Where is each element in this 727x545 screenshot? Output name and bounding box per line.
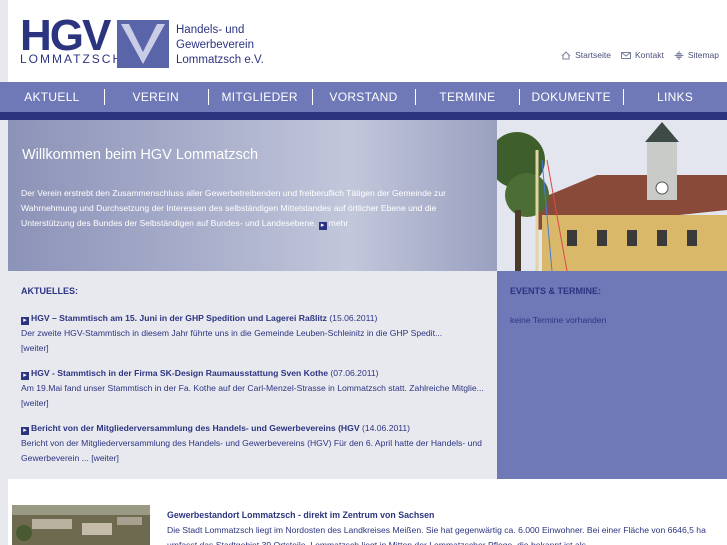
org-name-line: Gewerbeverein [176, 39, 254, 51]
nav-item-termine[interactable]: TERMINE [415, 82, 519, 112]
welcome-text: Der Verein erstrebt den Zusammenschluss … [21, 186, 491, 231]
arrow-icon: ▸ [318, 222, 327, 230]
nav-item-dokumente[interactable]: DOKUMENTE [519, 82, 623, 112]
news-section: AKTUELLES: ▸ HGV – Stammtisch am 15. Juni… [8, 271, 497, 479]
nav-item-vorstand[interactable]: VORSTAND [311, 82, 416, 112]
util-link-startseite[interactable]: Startseite [561, 50, 611, 60]
nav-item-aktuell[interactable]: AKTUELL [0, 82, 104, 112]
welcome-title: Willkommen beim HGV Lommatzsch [22, 147, 259, 163]
town-hall-photo [497, 120, 727, 271]
nav-item-verein[interactable]: VEREIN [103, 82, 208, 112]
news-excerpt: Der zweite HGV-Stammtisch in diesem Jahr… [21, 328, 443, 338]
home-icon [561, 50, 571, 59]
news-more-link[interactable]: [weiter] [21, 341, 491, 356]
news-heading: AKTUELLES: [21, 286, 78, 296]
events-empty-text: keine Termine vorhanden [510, 315, 607, 325]
news-more-link[interactable]: [weiter] [91, 453, 119, 463]
utility-nav: Startseite Kontakt Sitemap [561, 50, 719, 60]
site-header: HGV LOMMATZSCH Handels- und Gewerbeverei… [0, 0, 727, 82]
util-link-label[interactable]: Sitemap [688, 50, 719, 60]
news-excerpt: Am 19.Mai fand unser Stammtisch in der F… [21, 383, 484, 393]
news-item: ▸ Bericht von der Mitgliederversammlung d… [21, 421, 491, 466]
location-title[interactable]: Gewerbestandort Lommatzsch - direkt im Z… [167, 510, 434, 520]
logo-subtitle: LOMMATZSCH [20, 52, 124, 66]
news-date: (14.06.2011) [361, 423, 411, 433]
nav-item-mitglieder[interactable]: MITGLIEDER [207, 82, 312, 112]
more-link-label[interactable]: mehr [329, 218, 349, 228]
news-title-link[interactable]: HGV – Stammtisch am 15. Juni in der GHP … [31, 313, 327, 323]
more-link[interactable]: ▸ mehr [318, 218, 349, 230]
news-item: ▸ HGV – Stammtisch am 15. Juni in der GHP… [21, 311, 491, 356]
mail-icon [620, 51, 631, 59]
arrow-icon: ▸ [21, 317, 29, 325]
welcome-body: Der Verein erstrebt den Zusammenschluss … [21, 188, 446, 228]
news-title-link[interactable]: HGV - Stammtisch in der Firma SK-Design … [31, 368, 328, 378]
util-link-label[interactable]: Startseite [575, 50, 611, 60]
util-link-kontakt[interactable]: Kontakt [620, 50, 664, 60]
welcome-banner: Willkommen beim HGV Lommatzsch Der Verei… [8, 120, 497, 271]
nav-item-links[interactable]: LINKS [623, 82, 727, 112]
logo-mark-icon [117, 20, 169, 68]
location-text: Die Stadt Lommatzsch liegt im Nordosten … [167, 525, 706, 545]
arrow-icon: ▸ [21, 372, 29, 380]
main-nav: AKTUELL VEREIN MITGLIEDER VORSTAND TERMI… [0, 82, 727, 120]
news-title-link[interactable]: Bericht von der Mitgliederversammlung de… [31, 423, 360, 433]
news-more-link[interactable]: [weiter] [21, 398, 49, 408]
left-border-strip [0, 112, 8, 545]
events-section: EVENTS & TERMINE: keine Termine vorhande… [497, 271, 727, 479]
util-link-sitemap[interactable]: Sitemap [674, 50, 719, 60]
news-item: ▸ HGV - Stammtisch in der Firma SK-Design… [21, 366, 491, 411]
sitemap-icon [674, 50, 684, 60]
org-name: Handels- und Gewerbeverein Lommatzsch e.… [176, 23, 264, 68]
news-date: (07.06.2011) [330, 368, 379, 378]
town-aerial-photo [12, 505, 150, 545]
events-heading: EVENTS & TERMINE: [510, 286, 602, 296]
arrow-icon: ▸ [21, 427, 29, 435]
org-name-line: Handels- und [176, 24, 245, 36]
news-date: (15.06.2011) [329, 313, 378, 323]
util-link-label[interactable]: Kontakt [635, 50, 664, 60]
org-name-line: Lommatzsch e.V. [176, 54, 264, 66]
